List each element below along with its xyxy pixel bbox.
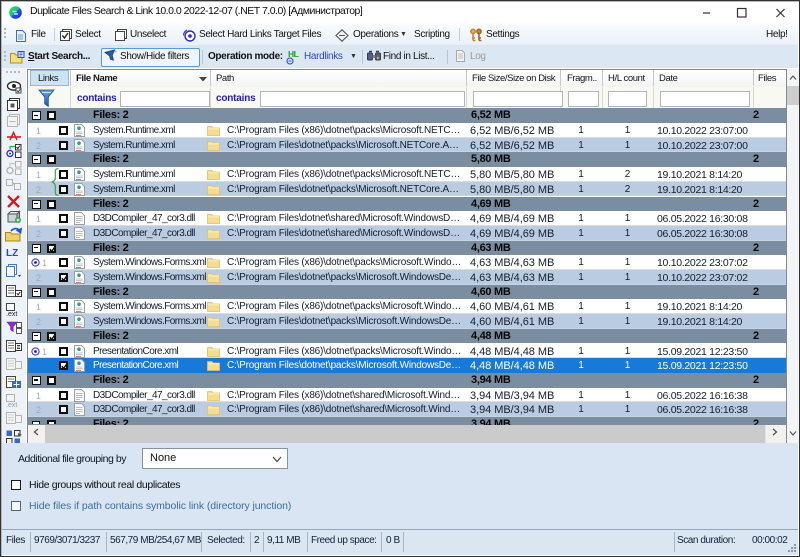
svg-text:.ext: .ext: [6, 402, 17, 409]
svg-text:LZ: LZ: [6, 248, 18, 259]
svg-text:.ext: .ext: [6, 311, 17, 318]
